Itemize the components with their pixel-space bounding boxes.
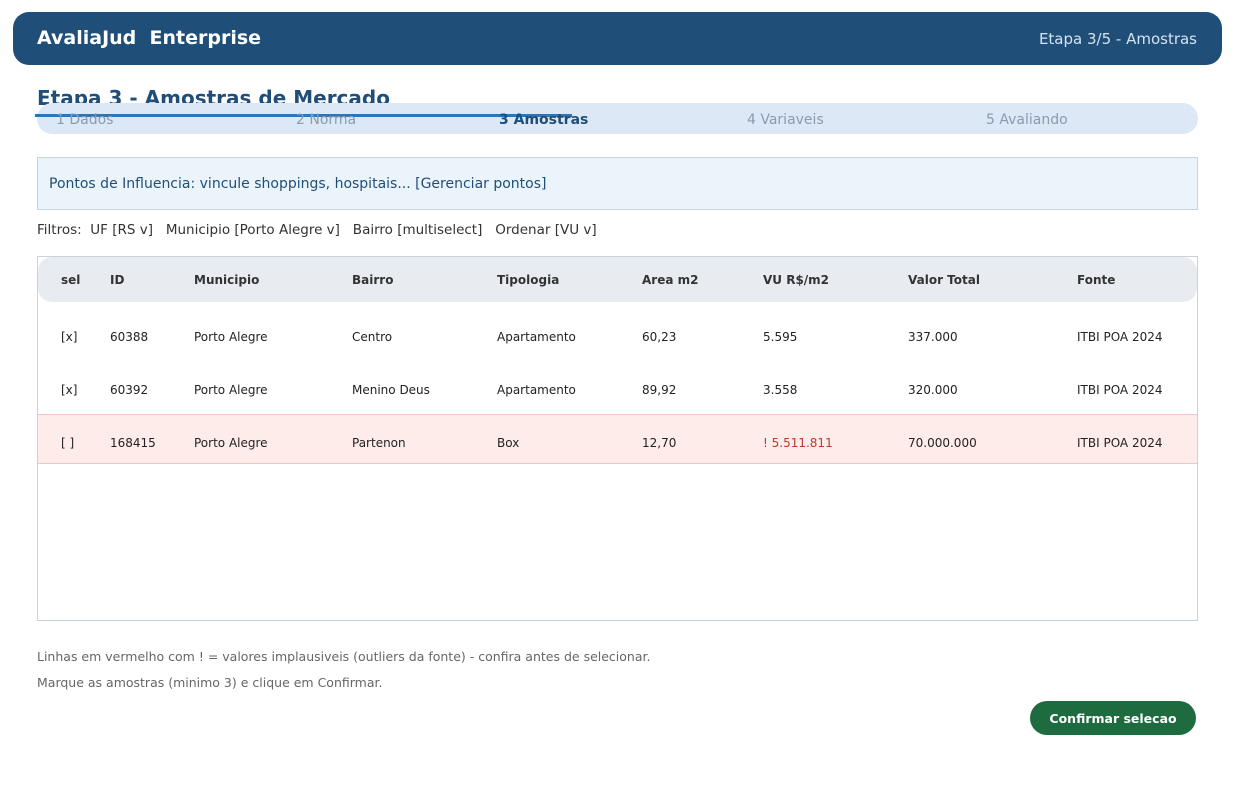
influence-points-link[interactable]: Pontos de Influencia: vincule shoppings,… [49,176,547,192]
col-header-bairro[interactable]: Bairro [352,273,393,287]
col-header-area[interactable]: Area m2 [642,273,698,287]
table-row[interactable]: [x] 60388 Porto Alegre Centro Apartament… [38,317,1197,357]
cell-municipio: Porto Alegre [194,330,268,344]
cell-tipologia: Apartamento [497,330,576,344]
row-select-checkbox[interactable]: [ ] [61,436,74,450]
cell-tipologia: Box [497,436,520,450]
cell-valor-total: 337.000 [908,330,958,344]
cell-area: 12,70 [642,436,677,450]
step-dados[interactable]: 1 Dados [56,112,113,128]
cell-area: 60,23 [642,330,677,344]
cell-vu: 5.595 [763,330,798,344]
app-title: AvaliaJud Enterprise [37,27,262,49]
samples-table: sel ID Municipio Bairro Tipologia Area m… [37,256,1198,621]
cell-vu-outlier-warning: ! 5.511.811 [763,436,833,450]
cell-tipologia: Apartamento [497,383,576,397]
row-select-checkbox[interactable]: [x] [61,383,77,397]
confirm-selection-button[interactable]: Confirmar selecao [1030,701,1196,735]
col-header-municipio[interactable]: Municipio [194,273,259,287]
col-header-tipologia[interactable]: Tipologia [497,273,559,287]
table-header: sel ID Municipio Bairro Tipologia Area m… [38,257,1197,302]
cell-valor-total: 320.000 [908,383,958,397]
instruction-text: Marque as amostras (minimo 3) e clique e… [37,675,383,690]
col-header-sel[interactable]: sel [61,273,80,287]
cell-municipio: Porto Alegre [194,436,268,450]
step-avaliando[interactable]: 5 Avaliando [986,112,1068,128]
cell-id: 60388 [110,330,149,344]
cell-bairro: Centro [352,330,393,344]
cell-valor-total: 70.000.000 [908,436,977,450]
row-select-checkbox[interactable]: [x] [61,330,77,344]
col-header-valor-total[interactable]: Valor Total [908,273,980,287]
table-row[interactable]: [x] 60392 Porto Alegre Menino Deus Apart… [38,370,1197,410]
cell-bairro: Partenon [352,436,406,450]
table-row-outlier[interactable]: [ ] 168415 Porto Alegre Partenon Box 12,… [38,414,1197,464]
col-header-fonte[interactable]: Fonte [1077,273,1115,287]
cell-fonte: ITBI POA 2024 [1077,436,1163,450]
influence-points-panel: Pontos de Influencia: vincule shoppings,… [37,157,1198,210]
filters-bar[interactable]: Filtros: UF [RS v] Municipio [Porto Aleg… [37,222,597,238]
app-header: AvaliaJud Enterprise Etapa 3/5 - Amostra… [13,12,1222,65]
cell-fonte: ITBI POA 2024 [1077,330,1163,344]
step-variaveis[interactable]: 4 Variaveis [747,112,824,128]
cell-municipio: Porto Alegre [194,383,268,397]
col-header-vu[interactable]: VU R$/m2 [763,273,829,287]
step-amostras[interactable]: 3 Amostras [499,112,588,128]
cell-id: 60392 [110,383,149,397]
cell-area: 89,92 [642,383,677,397]
cell-fonte: ITBI POA 2024 [1077,383,1163,397]
step-norma[interactable]: 2 Norma [296,112,356,128]
cell-vu: 3.558 [763,383,798,397]
outlier-help-text: Linhas em vermelho com ! = valores impla… [37,649,651,664]
step-indicator: Etapa 3/5 - Amostras [1038,30,1197,48]
col-header-id[interactable]: ID [110,273,124,287]
cell-bairro: Menino Deus [352,383,430,397]
cell-id: 168415 [110,436,156,450]
